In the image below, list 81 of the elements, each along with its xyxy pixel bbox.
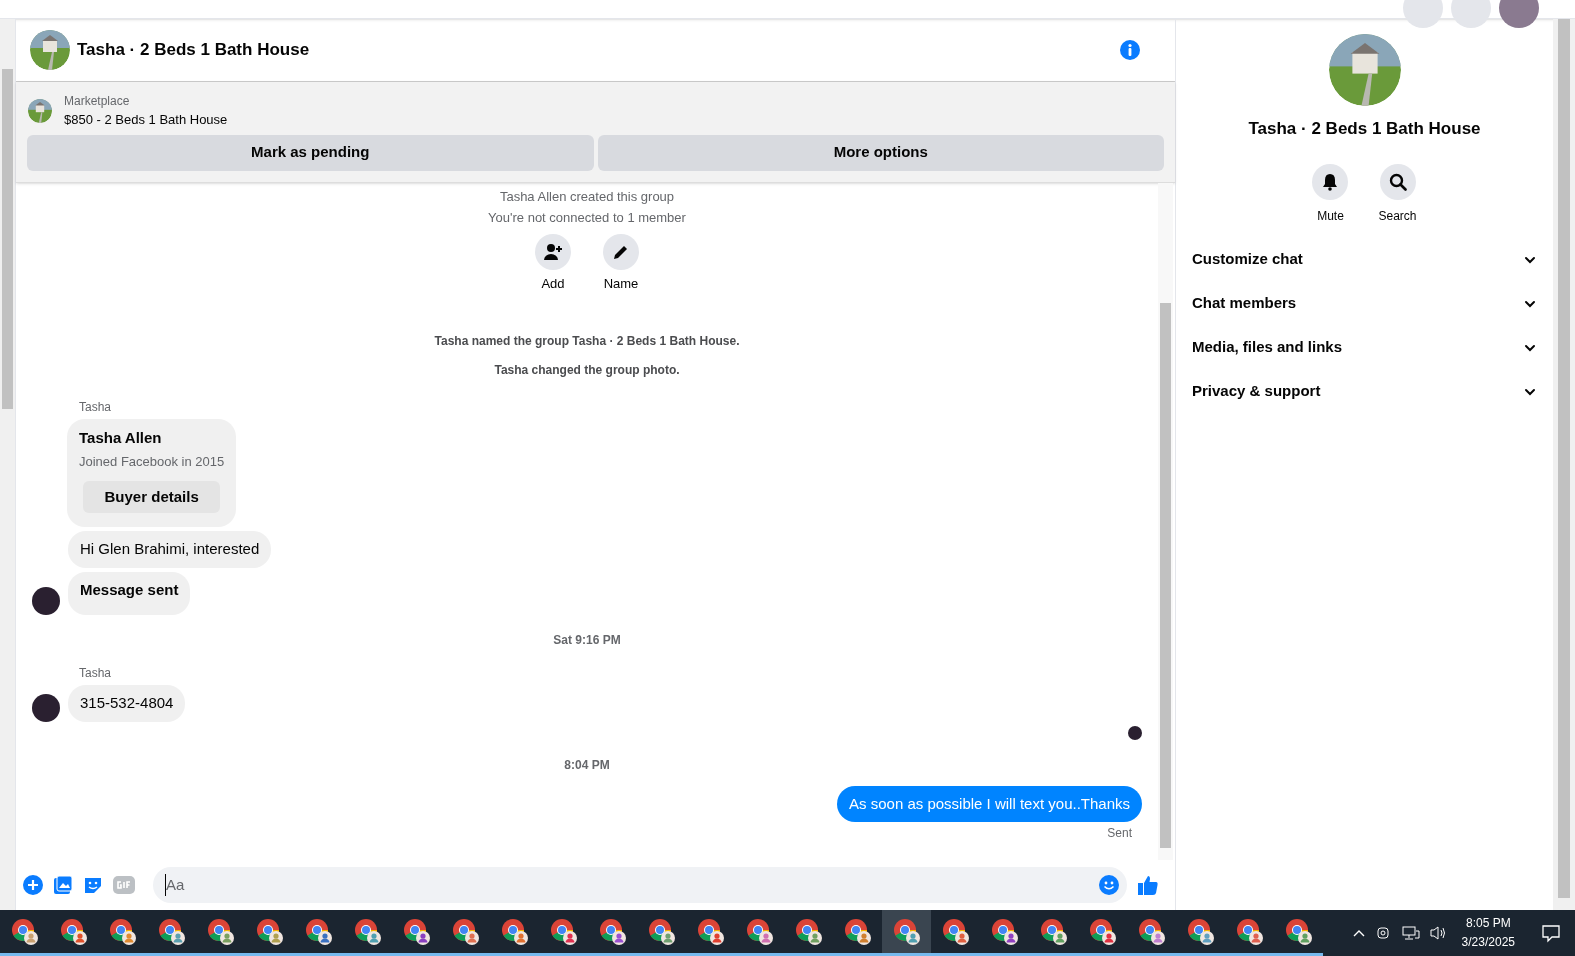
chat-title: Tasha · 2 Beds 1 Bath House (77, 39, 311, 62)
bell-icon (1321, 172, 1340, 191)
section-header[interactable]: Chat members (1184, 281, 1545, 326)
speaker-icon[interactable] (1429, 925, 1448, 941)
listing-action-button[interactable]: More options (597, 134, 1164, 171)
section-header[interactable]: Customize chat (1184, 237, 1545, 282)
browser-icon (402, 917, 431, 946)
browser-icon (1137, 917, 1166, 946)
thumbs-up-icon[interactable] (1137, 874, 1159, 896)
group-notice: Tasha Allen created this group (498, 187, 676, 206)
browser-icon (59, 917, 88, 946)
chat-scrollbar[interactable] (1158, 182, 1173, 860)
browser-icon (451, 917, 480, 946)
photo-placeholder (30, 30, 70, 70)
browser-icon (794, 917, 823, 946)
image-icon[interactable] (53, 875, 73, 895)
browser-icon (1088, 917, 1117, 946)
avatar (32, 693, 60, 722)
taskbar-clock[interactable]: 8:05 PM 3/23/2025 (1461, 914, 1515, 952)
message-bubble: 315-532-4804 (68, 685, 186, 722)
photo-placeholder (28, 98, 52, 123)
emoji-icon[interactable] (1099, 875, 1119, 895)
browser-icon (10, 917, 39, 946)
timestamp: 8:04 PM (563, 756, 611, 774)
plus-icon[interactable] (23, 875, 43, 895)
browser-icon (843, 917, 872, 946)
browser-icon (206, 917, 235, 946)
listing-action-button[interactable]: Mark as pending (27, 134, 594, 171)
browser-icon (549, 917, 578, 946)
info-icon[interactable] (1119, 39, 1141, 61)
clock-date: 3/23/2025 (1461, 934, 1515, 951)
browser-icon (892, 917, 921, 946)
browser-icon (598, 917, 627, 946)
listing-title: $850 - 2 Beds 1 Bath House (64, 111, 228, 129)
avatar (32, 587, 60, 615)
search-icon (1388, 172, 1407, 191)
sender-name: Tasha (78, 665, 113, 681)
browser-icon (647, 917, 676, 946)
sender-name: Tasha (78, 399, 113, 415)
profile-subtitle: Joined Facebook in 2015 (79, 452, 225, 471)
notification-icon[interactable] (1541, 923, 1561, 943)
group-notice: You're not connected to 1 member (487, 208, 687, 227)
group-event: Tasha changed the group photo. (493, 362, 681, 379)
browser-icon (1039, 917, 1068, 946)
page-scrollbar[interactable] (0, 19, 15, 910)
message-input[interactable]: Aa (165, 873, 1099, 897)
sticker-icon[interactable] (83, 875, 103, 895)
browser-icon (157, 917, 186, 946)
group-event: Tasha named the group Tasha · 2 Beds 1 Bath House. (433, 333, 741, 350)
browser-icon (990, 917, 1019, 946)
listing-source: Marketplace (64, 93, 131, 110)
message-status: Sent (1107, 825, 1132, 842)
section-header[interactable]: Media, files and links (1184, 325, 1545, 370)
message-bubble: Hi Glen Brahimi, interested (68, 531, 272, 568)
browser-icon (941, 917, 970, 946)
browser-icon (745, 917, 774, 946)
browser-icon (500, 917, 529, 946)
read-receipt-avatar (1128, 725, 1142, 740)
profile-avatar[interactable] (1499, 0, 1539, 28)
browser-icon (304, 917, 333, 946)
camera-icon[interactable] (1375, 925, 1392, 941)
browser-icon (1284, 917, 1313, 946)
browser-icon (696, 917, 725, 946)
timestamp: Sat 9:16 PM (552, 632, 622, 649)
browser-icon (1186, 917, 1215, 946)
message-bubble: As soon as possible I will text you..Thanks (837, 785, 1142, 822)
browser-icon (353, 917, 382, 946)
network-icon[interactable] (1401, 925, 1420, 941)
browser-icon (255, 917, 284, 946)
section-header[interactable]: Privacy & support (1184, 369, 1545, 414)
browser-icon (108, 917, 137, 946)
window-scrollbar[interactable] (1553, 19, 1575, 910)
browser-icon (1235, 917, 1264, 946)
clock-time: 8:05 PM (1465, 915, 1511, 932)
profile-name: Tasha Allen (79, 428, 163, 448)
add-person-icon (543, 241, 563, 262)
message-field[interactable]: Aa (153, 867, 1127, 903)
buyer-details-button[interactable]: Buyer details (83, 481, 221, 513)
taskbar-button[interactable] (882, 910, 931, 956)
conversation-name: Tasha · 2 Beds 1 Bath House (1248, 118, 1481, 140)
message-bubble: Message sent (68, 571, 191, 615)
